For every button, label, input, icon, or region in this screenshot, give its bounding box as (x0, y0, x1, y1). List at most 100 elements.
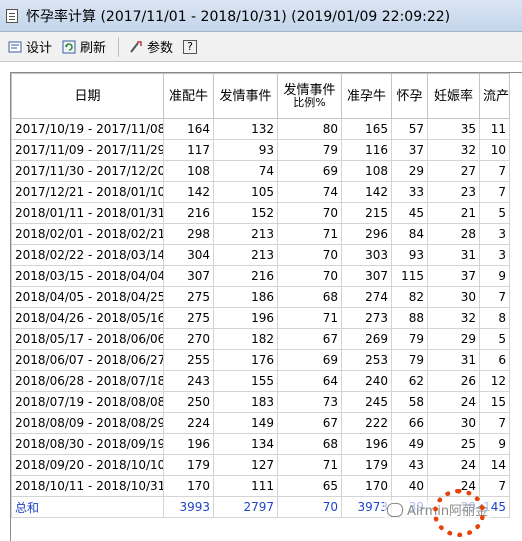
wechat-logo-icon (387, 502, 403, 517)
table-row[interactable]: 2018/10/11 - 2018/10/31 170 111 65 170 40 24 7 (11, 475, 510, 497)
table-row[interactable]: 2018/03/15 - 2018/04/04 307 216 70 307 115 37 9 (11, 265, 510, 287)
table-row[interactable]: 2017/12/21 - 2018/01/10 142 105 74 142 33 23 7 (11, 181, 510, 203)
params-button[interactable]: 参数 (129, 37, 173, 56)
value-cell: 224 (163, 412, 214, 434)
value-cell: 58 (391, 391, 428, 413)
value-cell: 303 (341, 244, 392, 266)
table-row[interactable]: 2018/09/20 - 2018/10/10 179 127 71 179 43 24 14 (11, 454, 510, 476)
date-range-cell: 2018/04/26 - 2018/05/16 (11, 307, 164, 329)
date-range-cell: 2018/06/07 - 2018/06/27 (11, 349, 164, 371)
col-header-date[interactable]: 日期 (11, 73, 164, 119)
value-cell: 68 (277, 286, 342, 308)
value-cell: 70 (277, 202, 342, 224)
value-cell: 132 (213, 118, 278, 140)
value-cell: 35 (427, 118, 480, 140)
value-cell: 7 (479, 412, 510, 434)
pregnancy-rate-table: 日期 准配牛 发情事件 发情事件 比例% 准孕牛 怀孕 妊娠率 流产 2017/… (11, 73, 510, 518)
design-button[interactable]: 设计 (8, 37, 52, 56)
value-cell: 84 (391, 223, 428, 245)
value-cell: 134 (213, 433, 278, 455)
table-row[interactable]: 2018/01/11 - 2018/01/31 216 152 70 215 45 21 5 (11, 202, 510, 224)
value-cell: 270 (163, 328, 214, 350)
value-cell: 216 (213, 265, 278, 287)
value-cell: 79 (391, 328, 428, 350)
table-row[interactable]: 2018/02/22 - 2018/03/14 304 213 70 303 93 31 3 (11, 244, 510, 266)
value-cell: 11 (479, 118, 510, 140)
value-cell: 24 (427, 454, 480, 476)
value-cell: 117 (163, 139, 214, 161)
value-cell: 269 (341, 328, 392, 350)
date-range-cell: 2018/07/19 - 2018/08/08 (11, 391, 164, 413)
refresh-label: 刷新 (80, 41, 107, 56)
value-cell: 274 (341, 286, 392, 308)
value-cell: 179 (341, 454, 392, 476)
value-cell: 3 (479, 223, 510, 245)
date-range-cell: 2018/01/11 - 2018/01/31 (11, 202, 164, 224)
col-header-heat-ratio[interactable]: 发情事件 比例% (277, 73, 342, 119)
table-row[interactable]: 2018/07/19 - 2018/08/08 250 183 73 245 58 24 15 (11, 391, 510, 413)
table-row[interactable]: 2017/10/19 - 2017/11/08 164 132 80 165 57 35 11 (11, 118, 510, 140)
value-cell: 68 (277, 433, 342, 455)
toolbar: 设计 刷新 参数 ? (0, 32, 522, 62)
value-cell: 23 (427, 181, 480, 203)
col-header-heat-events[interactable]: 发情事件 (213, 73, 278, 119)
table-row[interactable]: 2018/08/09 - 2018/08/29 224 149 67 222 66 30 7 (11, 412, 510, 434)
table-row[interactable]: 2018/02/01 - 2018/02/21 298 213 71 296 84 28 3 (11, 223, 510, 245)
value-cell: 222 (341, 412, 392, 434)
table-row[interactable]: 2018/06/28 - 2018/07/18 243 155 64 240 62 26 12 (11, 370, 510, 392)
value-cell: 69 (277, 160, 342, 182)
toolbar-separator (118, 36, 120, 57)
date-range-cell: 2018/02/22 - 2018/03/14 (11, 244, 164, 266)
value-cell: 253 (341, 349, 392, 371)
value-cell: 108 (163, 160, 214, 182)
table-row[interactable]: 2018/06/07 - 2018/06/27 255 176 69 253 79 31 6 (11, 349, 510, 371)
value-cell: 70 (277, 265, 342, 287)
data-grid: 日期 准配牛 发情事件 发情事件 比例% 准孕牛 怀孕 妊娠率 流产 2017/… (10, 72, 522, 541)
value-cell: 73 (277, 391, 342, 413)
table-row[interactable]: 2017/11/09 - 2017/11/29 117 93 79 116 37 32 10 (11, 139, 510, 161)
value-cell: 116 (341, 139, 392, 161)
col-header-ready-cows[interactable]: 准孕牛 (341, 73, 392, 119)
value-cell: 196 (163, 433, 214, 455)
value-cell: 307 (163, 265, 214, 287)
col-header-breeding[interactable]: 准配牛 (163, 73, 214, 119)
value-cell: 79 (391, 349, 428, 371)
value-cell: 14 (479, 454, 510, 476)
col-header-abortion[interactable]: 流产 (479, 73, 510, 119)
table-row[interactable]: 2018/04/05 - 2018/04/25 275 186 68 274 82 30 7 (11, 286, 510, 308)
value-cell: 179 (163, 454, 214, 476)
date-range-cell: 2018/05/17 - 2018/06/06 (11, 328, 164, 350)
col-header-pregnant[interactable]: 怀孕 (391, 73, 428, 119)
value-cell: 3 (479, 244, 510, 266)
value-cell: 67 (277, 328, 342, 350)
value-cell: 80 (277, 118, 342, 140)
date-range-cell: 2018/02/01 - 2018/02/21 (11, 223, 164, 245)
value-cell: 10 (479, 139, 510, 161)
date-range-cell: 2017/11/30 - 2017/12/20 (11, 160, 164, 182)
value-cell: 21 (427, 202, 480, 224)
header-row: 日期 准配牛 发情事件 发情事件 比例% 准孕牛 怀孕 妊娠率 流产 (11, 73, 510, 119)
value-cell: 67 (277, 412, 342, 434)
value-cell: 64 (277, 370, 342, 392)
date-range-cell: 2018/04/05 - 2018/04/25 (11, 286, 164, 308)
value-cell: 216 (163, 202, 214, 224)
help-button[interactable]: ? (183, 39, 201, 54)
value-cell: 66 (391, 412, 428, 434)
value-cell: 182 (213, 328, 278, 350)
table-row[interactable]: 2018/05/17 - 2018/06/06 270 182 67 269 79 29 5 (11, 328, 510, 350)
value-cell: 71 (277, 307, 342, 329)
value-cell: 8 (479, 307, 510, 329)
value-cell: 37 (391, 139, 428, 161)
total-value-cell: 70 (277, 496, 342, 518)
params-icon (129, 40, 143, 54)
col-header-pregnancy-rate[interactable]: 妊娠率 (427, 73, 480, 119)
table-row[interactable]: 2017/11/30 - 2017/12/20 108 74 69 108 29 27 7 (11, 160, 510, 182)
table-row[interactable]: 2018/08/30 - 2018/09/19 196 134 68 196 49 25 9 (11, 433, 510, 455)
value-cell: 186 (213, 286, 278, 308)
value-cell: 93 (213, 139, 278, 161)
window-title: 怀孕率计算 (2017/11/01 - 2018/10/31) (2019/01… (26, 8, 451, 25)
value-cell: 25 (427, 433, 480, 455)
table-row[interactable]: 2018/04/26 - 2018/05/16 275 196 71 273 88 32 8 (11, 307, 510, 329)
refresh-button[interactable]: 刷新 (62, 37, 106, 56)
value-cell: 196 (213, 307, 278, 329)
